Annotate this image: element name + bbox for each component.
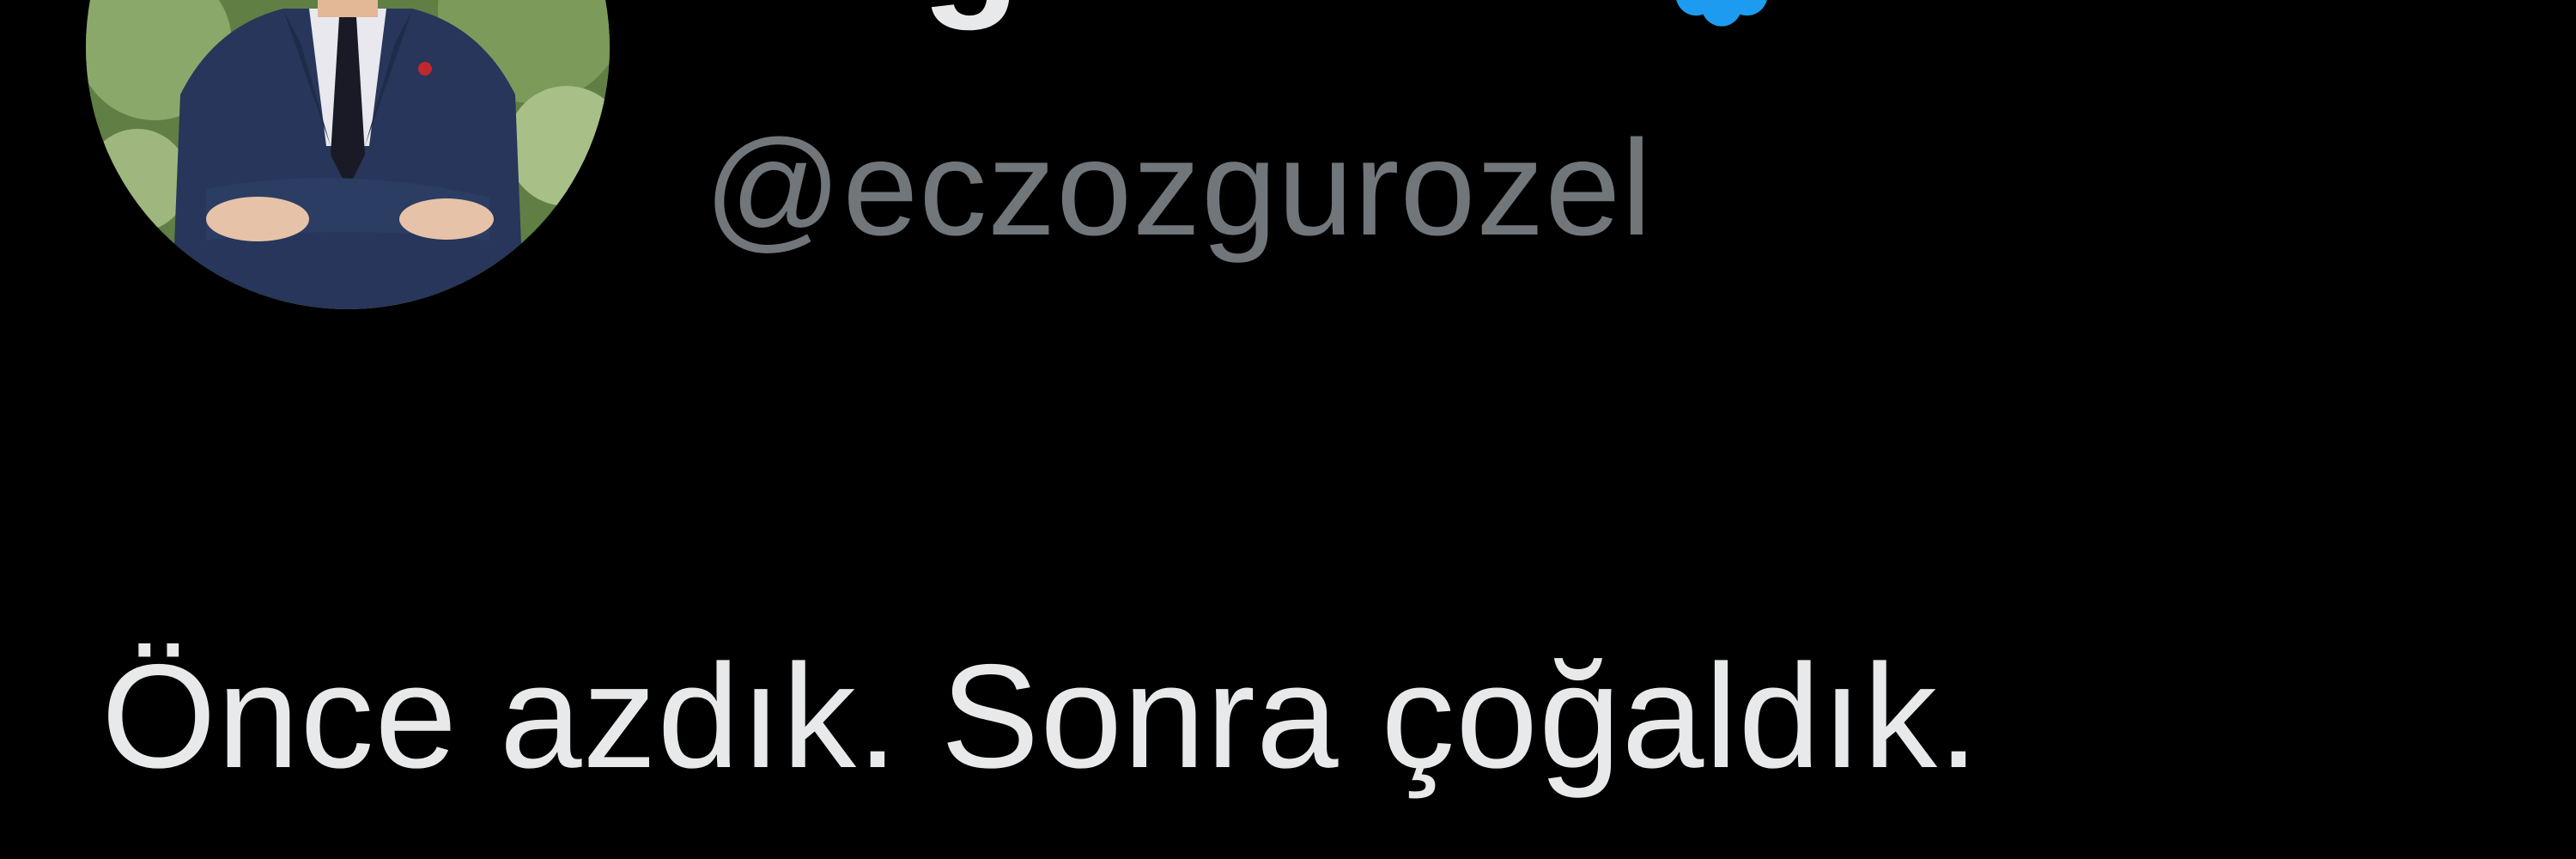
- avatar[interactable]: [86, 0, 610, 309]
- tweet-text: Önce azdık. Sonra çoğaldık.: [101, 634, 1980, 799]
- profile-photo-icon: [86, 0, 610, 309]
- verified-badge-icon: [1676, 0, 1767, 27]
- author-display-name[interactable]: Özgür Özel: [713, 0, 1574, 21]
- author-handle[interactable]: @eczozgurozel: [704, 120, 1652, 256]
- tweet-card: Özgür Özel @eczozgurozel Önce azdık. Son…: [0, 0, 2576, 859]
